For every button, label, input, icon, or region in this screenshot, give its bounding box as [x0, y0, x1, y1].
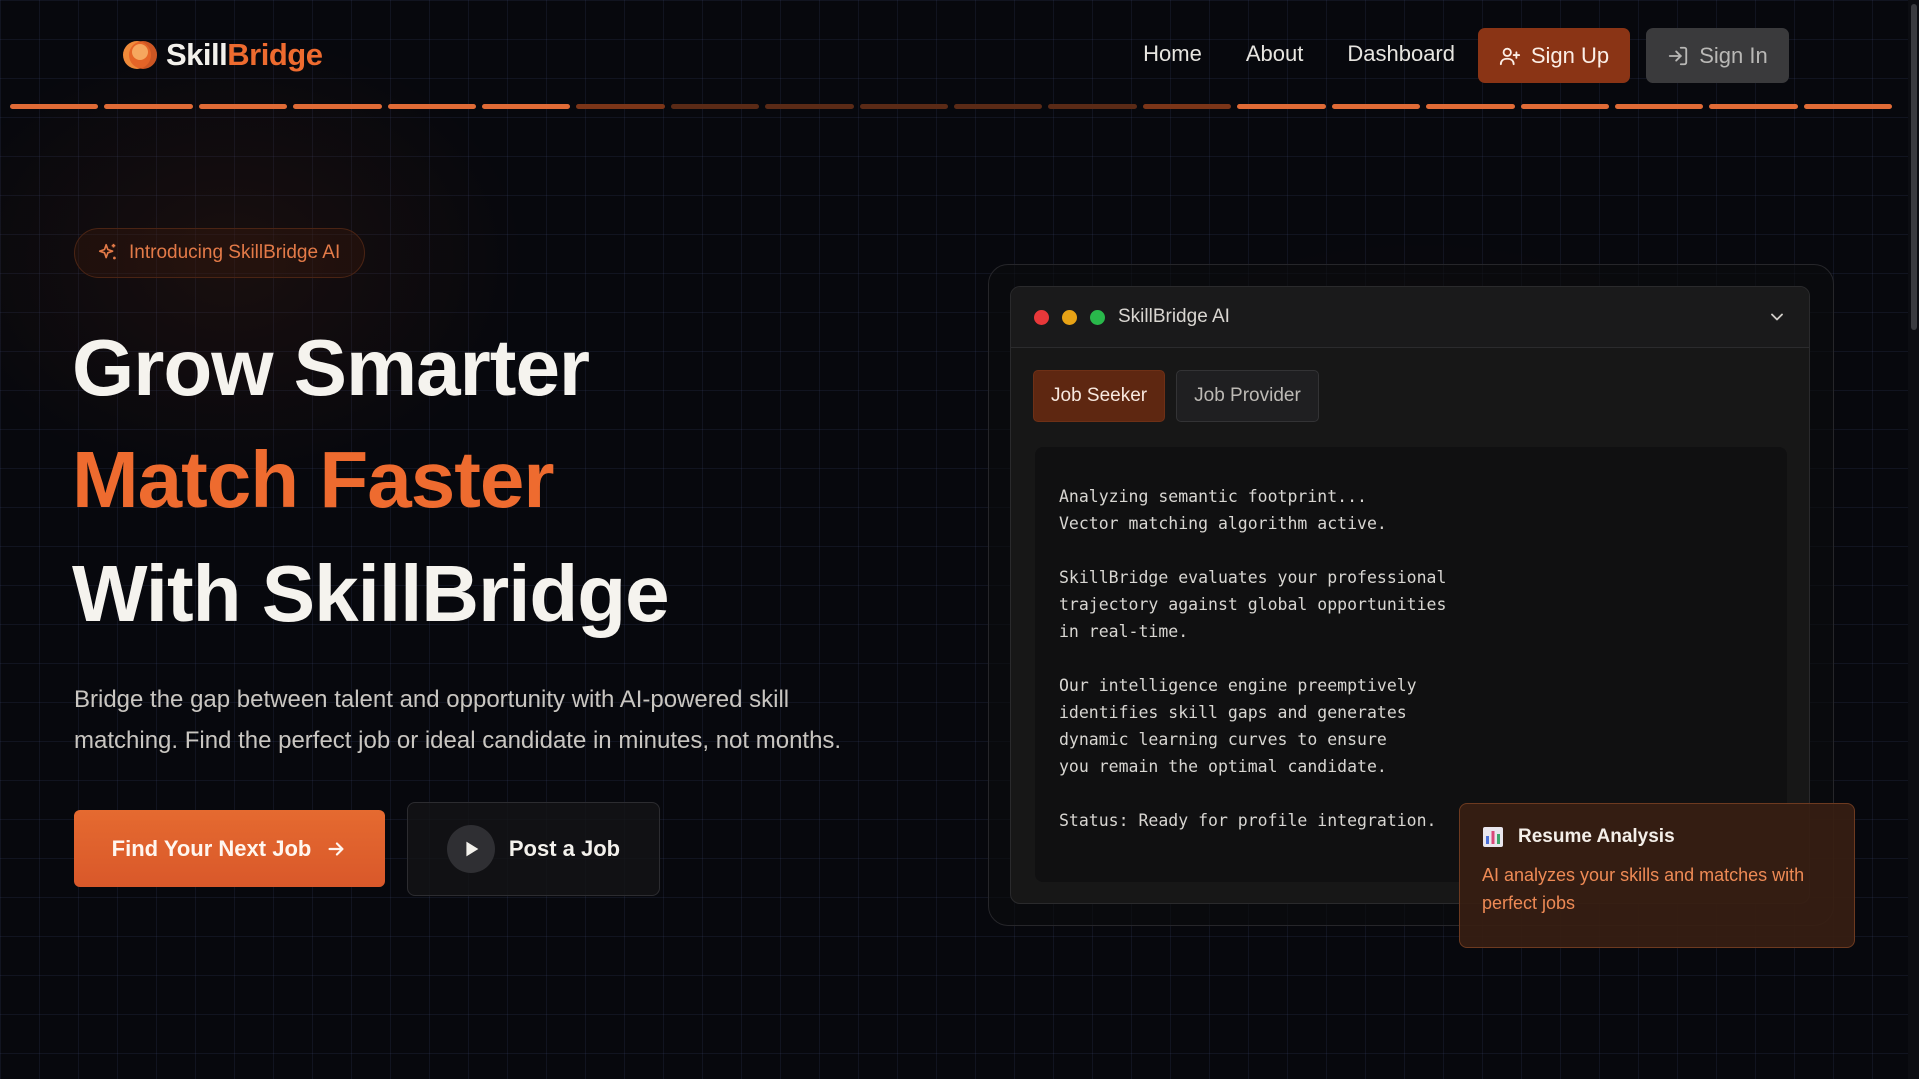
main-nav: Home About Dashboard: [1143, 41, 1455, 67]
tab-job-provider[interactable]: Job Provider: [1176, 370, 1319, 422]
headline-line-1: Grow Smarter: [72, 323, 590, 412]
nav-home-link[interactable]: Home: [1143, 41, 1202, 67]
hero-description: Bridge the gap between talent and opport…: [74, 686, 842, 754]
post-job-label: Post a Job: [508, 836, 621, 861]
find-job-label: Find Your Next Job: [111, 835, 312, 861]
resume-analysis-title: Resume Analysis: [1518, 826, 1675, 847]
resume-analysis-card[interactable]: Resume Analysis AI analyzes your skills …: [1459, 803, 1855, 948]
site-header: SkillBridge Home About Dashboard Sign Up…: [0, 0, 1908, 110]
progress-segment: [1614, 104, 1704, 109]
progress-segment: [1709, 104, 1798, 109]
progress-segment: [765, 104, 854, 109]
window-close-dot[interactable]: [1034, 309, 1049, 325]
headline-line-2: Match Faster: [72, 435, 554, 524]
user-plus-icon: [1499, 47, 1520, 65]
progress-segment: [1803, 104, 1893, 109]
progress-segment: [1048, 104, 1137, 109]
post-job-button[interactable]: Post a Job: [407, 802, 660, 896]
intro-badge[interactable]: Introducing SkillBridge AI: [74, 228, 365, 278]
progress-segment: [482, 104, 571, 109]
tab-job-seeker[interactable]: Job Seeker: [1033, 370, 1166, 422]
progress-segment: [387, 104, 477, 109]
sign-up-button[interactable]: Sign Up: [1478, 28, 1630, 83]
progress-segment: [1142, 104, 1232, 109]
logo-icon: [123, 41, 157, 69]
nav-about-link[interactable]: About: [1246, 41, 1304, 67]
headline-line-3: With SkillBridge: [72, 549, 670, 638]
intro-badge-label: Introducing SkillBridge AI: [129, 242, 341, 263]
arrow-right-icon: [328, 841, 344, 856]
progress-segment: [1237, 104, 1326, 109]
sign-up-label: Sign Up: [1530, 42, 1610, 68]
progress-segment: [293, 104, 382, 109]
logo-text: SkillBridge: [166, 37, 323, 72]
ai-panel-title: SkillBridge AI: [1118, 306, 1230, 327]
window-minimize-dot[interactable]: [1062, 309, 1077, 325]
sparkles-icon: [98, 243, 116, 260]
ai-panel-header: SkillBridge AI: [1011, 287, 1809, 348]
bar-chart-icon: [1483, 827, 1503, 847]
header-progress-bar: [10, 104, 1893, 110]
progress-segment: [670, 104, 760, 109]
resume-analysis-header: Resume Analysis: [1482, 826, 1832, 848]
progress-segment: [576, 104, 665, 109]
sign-in-icon: [1669, 46, 1688, 65]
sign-in-button[interactable]: Sign In: [1646, 28, 1789, 83]
play-icon: [446, 825, 495, 873]
progress-segment: [198, 104, 288, 109]
chevron-down-icon[interactable]: [1767, 307, 1787, 327]
progress-segment: [1331, 104, 1421, 109]
sign-in-label: Sign In: [1699, 42, 1768, 68]
nav-dashboard-link[interactable]: Dashboard: [1347, 41, 1455, 67]
ai-panel-tabs: Job Seeker Job Provider: [1033, 370, 1319, 422]
progress-segment: [104, 104, 193, 109]
progress-segment: [859, 104, 949, 109]
find-job-button[interactable]: Find Your Next Job: [74, 810, 385, 887]
scrollbar-thumb[interactable]: [1911, 4, 1917, 330]
page-scrollbar[interactable]: [1908, 0, 1919, 1079]
progress-segment: [954, 104, 1043, 109]
logo[interactable]: SkillBridge: [118, 33, 323, 77]
progress-segment: [1520, 104, 1609, 109]
resume-analysis-text: AI analyzes your skills and matches with…: [1482, 865, 1805, 913]
progress-segment: [10, 104, 99, 109]
window-maximize-dot[interactable]: [1090, 309, 1105, 325]
progress-segment: [1426, 104, 1515, 109]
